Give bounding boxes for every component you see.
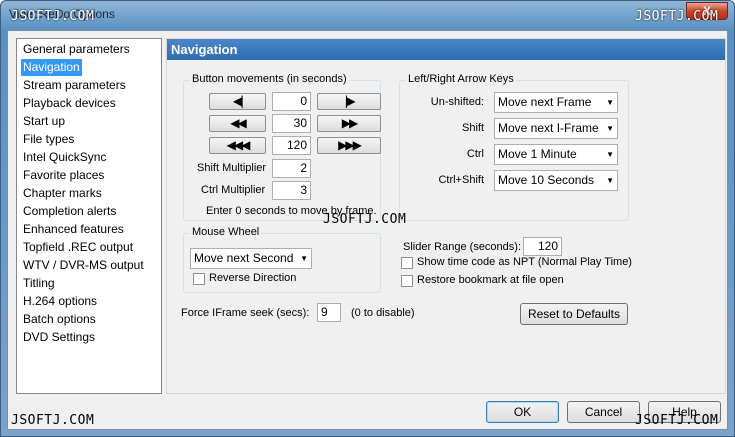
iframe-seek-label: Force IFrame seek (secs): xyxy=(181,307,310,319)
long-rewind-button[interactable]: ◀◀◀ xyxy=(209,137,266,154)
nav-item-favorite-places[interactable]: Favorite places xyxy=(21,167,106,184)
restore-bookmark-checkbox[interactable] xyxy=(401,275,413,287)
nav-item-chapter-marks[interactable]: Chapter marks xyxy=(21,185,104,202)
rewind-button[interactable]: ◀◀ xyxy=(209,115,266,132)
options-category-list[interactable]: General parameters Navigation Stream par… xyxy=(16,38,162,394)
fast-forward-button[interactable]: ▶▶ xyxy=(317,115,381,132)
nav-item-playback-devices[interactable]: Playback devices xyxy=(21,95,118,112)
unshifted-action-value: Move next Frame xyxy=(498,95,592,109)
nav-item-wtv-dvr-ms-output[interactable]: WTV / DVR-MS output xyxy=(21,257,146,274)
skip-forward-frame-button[interactable]: |▶ xyxy=(317,93,381,110)
cancel-button[interactable]: Cancel xyxy=(567,401,640,423)
show-npt-label: Show time code as NPT (Normal Play Time) xyxy=(417,256,632,268)
chevron-down-icon: ▼ xyxy=(606,150,614,159)
ctrl-shift-action-select[interactable]: Move 10 Seconds ▼ xyxy=(494,170,618,191)
nav-item-start-up[interactable]: Start up xyxy=(21,113,67,130)
title-bar[interactable]: VideoReDo Options X xyxy=(1,1,734,29)
ctrl-multiplier-label: Ctrl Multiplier xyxy=(201,184,266,196)
ctrl-shift-label: Ctrl+Shift xyxy=(438,174,484,186)
iframe-seek-hint: (0 to disable) xyxy=(351,307,415,319)
ctrl-action-value: Move 1 Minute xyxy=(498,147,577,161)
mouse-wheel-action-value: Move next Second xyxy=(194,251,294,265)
watermark-bottom-right: JSOFTJ.COM xyxy=(635,413,719,428)
nav-item-dvd-settings[interactable]: DVD Settings xyxy=(21,329,97,346)
dialog-client-area: General parameters Navigation Stream par… xyxy=(7,30,728,430)
reverse-direction-checkbox[interactable] xyxy=(193,273,205,285)
nav-item-intel-quicksync[interactable]: Intel QuickSync xyxy=(21,149,108,166)
unshifted-label: Un-shifted: xyxy=(430,96,484,108)
nav-item-general-parameters[interactable]: General parameters xyxy=(21,41,132,58)
nav-item-enhanced-features[interactable]: Enhanced features xyxy=(21,221,126,238)
watermark-top-left: JSOFTJ.COM xyxy=(11,9,95,24)
shift-action-select[interactable]: Move next I-Frame ▼ xyxy=(494,118,618,139)
nav-item-titling[interactable]: Titling xyxy=(21,275,57,292)
watermark-top-right: JSOFTJ.COM xyxy=(635,9,719,24)
nav-item-navigation[interactable]: Navigation xyxy=(21,59,82,76)
ctrl-multiplier-input[interactable]: 3 xyxy=(272,181,311,200)
short-jump-seconds-input[interactable]: 30 xyxy=(272,114,311,133)
mouse-wheel-label: Mouse Wheel xyxy=(190,226,262,238)
button-movements-label: Button movements (in seconds) xyxy=(190,73,349,85)
watermark-bottom-left: JSOFTJ.COM xyxy=(11,413,95,428)
nav-item-batch-options[interactable]: Batch options xyxy=(21,311,98,328)
unshifted-action-select[interactable]: Move next Frame ▼ xyxy=(494,92,618,113)
slider-range-label: Slider Range (seconds): xyxy=(403,241,522,253)
ctrl-action-select[interactable]: Move 1 Minute ▼ xyxy=(494,144,618,165)
ctrl-label: Ctrl xyxy=(466,148,484,160)
nav-item-topfield-rec-output[interactable]: Topfield .REC output xyxy=(21,239,135,256)
mouse-wheel-action-select[interactable]: Move next Second ▼ xyxy=(190,248,312,269)
ok-button[interactable]: OK xyxy=(486,401,559,423)
iframe-seek-input[interactable]: 9 xyxy=(317,303,341,322)
slider-range-input[interactable]: 120 xyxy=(523,237,562,256)
chevron-down-icon: ▼ xyxy=(606,98,614,107)
frame-step-seconds-input[interactable]: 0 xyxy=(272,92,311,111)
restore-bookmark-label: Restore bookmark at file open xyxy=(417,274,564,286)
reset-to-defaults-button[interactable]: Reset to Defaults xyxy=(520,303,628,325)
reverse-direction-label: Reverse Direction xyxy=(209,272,297,284)
mouse-wheel-group: Mouse Wheel Move next Second ▼ Reverse D… xyxy=(183,226,381,293)
options-window: VideoReDo Options X General parameters N… xyxy=(0,0,735,437)
nav-item-h264-options[interactable]: H.264 options xyxy=(21,293,99,310)
long-jump-seconds-input[interactable]: 120 xyxy=(272,136,311,155)
arrow-keys-group: Left/Right Arrow Keys Un-shifted: Move n… xyxy=(399,73,629,221)
nav-item-completion-alerts[interactable]: Completion alerts xyxy=(21,203,118,220)
watermark-center: JSOFTJ.COM xyxy=(323,212,407,227)
shift-action-value: Move next I-Frame xyxy=(498,121,599,135)
nav-item-stream-parameters[interactable]: Stream parameters xyxy=(21,77,128,94)
panel-title: Navigation xyxy=(167,39,725,60)
arrow-keys-label: Left/Right Arrow Keys xyxy=(406,73,516,85)
chevron-down-icon: ▼ xyxy=(606,124,614,133)
navigation-settings-panel: Navigation Button movements (in seconds)… xyxy=(166,38,726,394)
skip-back-frame-button[interactable]: ◀| xyxy=(209,93,266,110)
long-fast-forward-button[interactable]: ▶▶▶ xyxy=(317,137,381,154)
shift-multiplier-label: Shift Multiplier xyxy=(197,162,267,174)
chevron-down-icon: ▼ xyxy=(300,254,308,263)
nav-item-file-types[interactable]: File types xyxy=(21,131,76,148)
shift-label: Shift xyxy=(461,122,484,134)
chevron-down-icon: ▼ xyxy=(606,176,614,185)
show-npt-checkbox[interactable] xyxy=(401,257,413,269)
button-movements-group: Button movements (in seconds) ◀| 0 |▶ ◀◀… xyxy=(183,73,381,221)
shift-multiplier-input[interactable]: 2 xyxy=(272,159,311,178)
ctrl-shift-action-value: Move 10 Seconds xyxy=(498,173,595,187)
